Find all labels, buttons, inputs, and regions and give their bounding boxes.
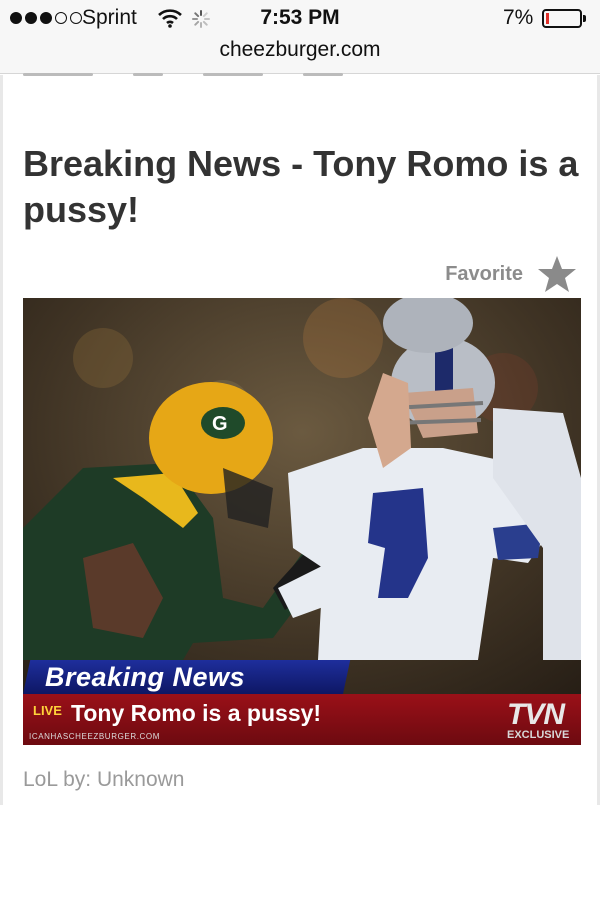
network-logo: TVN: [507, 698, 565, 731]
status-bar: Sprint 7:53 PM 7%: [0, 0, 600, 36]
ticker-caption: Tony Romo is a pussy!: [71, 700, 322, 726]
site-watermark: ICANHASCHEEZBURGER.COM: [29, 732, 160, 741]
address-bar[interactable]: cheezburger.com: [0, 38, 600, 62]
favorite-label: Favorite: [445, 262, 523, 285]
network-tag: EXCLUSIVE: [507, 729, 570, 741]
favorite-button[interactable]: Favorite: [445, 255, 577, 293]
battery-level: [546, 13, 549, 24]
previous-content-cutoff: [23, 61, 583, 83]
svg-text:G: G: [212, 413, 228, 435]
author-credit: LoL by: Unknown: [23, 768, 185, 791]
battery-icon: [542, 9, 586, 28]
meme-image[interactable]: G Breaking News LIVE Tony Romo is a puss…: [23, 298, 581, 745]
breaking-news-label: Breaking News: [45, 662, 246, 692]
article-title: Breaking News - Tony Romo is a pussy!: [23, 143, 579, 230]
live-badge: LIVE: [33, 703, 62, 718]
article-card: Breaking News - Tony Romo is a pussy! Fa…: [0, 73, 600, 805]
battery-percent: 7%: [503, 6, 534, 29]
star-icon: [538, 256, 576, 292]
